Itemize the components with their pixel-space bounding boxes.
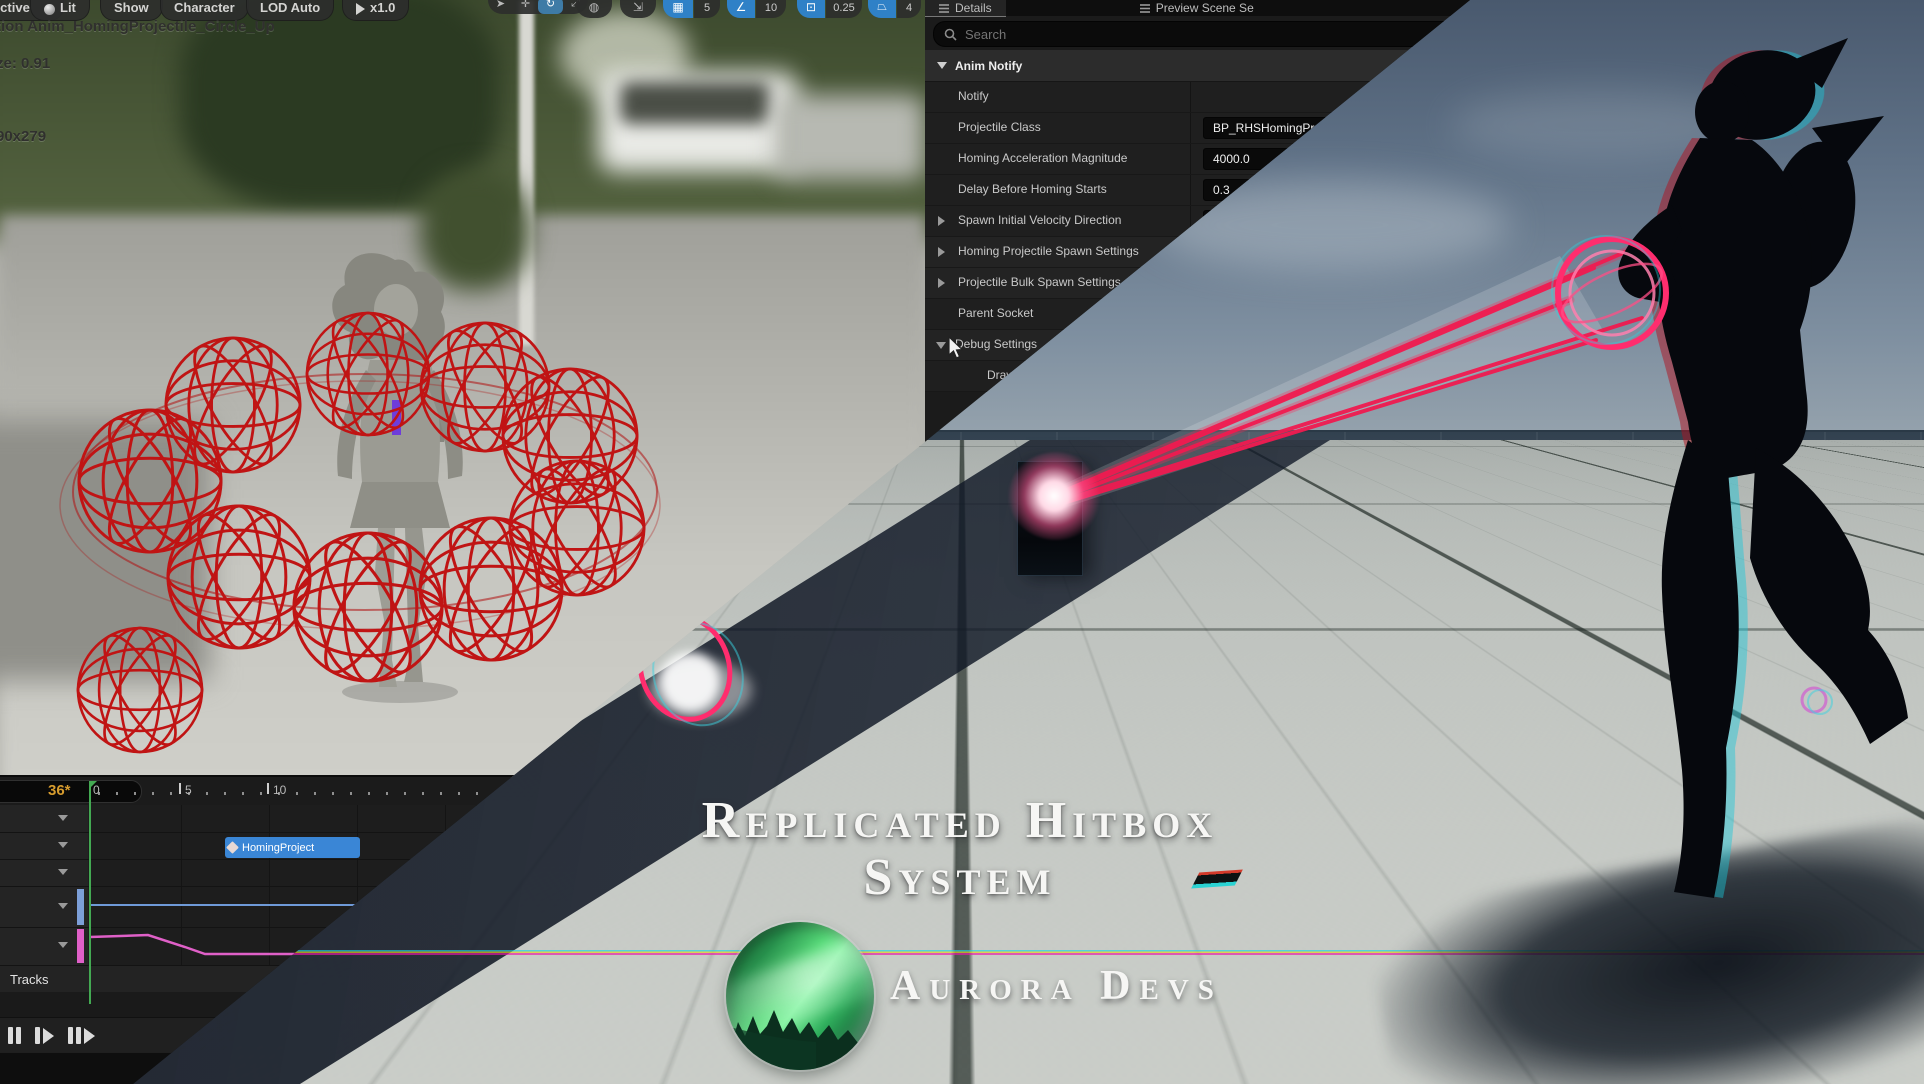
details-tab-icon [939,3,949,13]
playback-speed-button[interactable]: x1.0 [342,0,409,21]
collapse-arrow-icon [937,62,947,69]
impact-glow [1008,452,1104,540]
mouse-cursor [948,336,965,360]
lod-label: LOD Auto [260,0,320,15]
chevron-down-icon[interactable] [58,815,68,821]
lit-sphere-icon [44,4,55,15]
tab-preview-scene-settings[interactable]: Preview Scene Se [1126,0,1268,16]
play-icon [356,3,365,15]
ruler-label-5: 5 [185,783,192,797]
title-block: Replicated Hitbox System [520,792,1400,906]
aurora-logo [726,922,874,1070]
character-label: Character [174,0,235,15]
ruler-minor-ticks [98,792,528,795]
expand-arrow-icon[interactable] [938,216,945,226]
ruler-label-10: 10 [273,783,286,797]
studio-name: Aurora Devs [890,962,1450,1010]
logo-trees [726,922,874,1070]
hand-ring [1552,236,1669,347]
scale-snap-button[interactable]: ⊡ [797,0,825,18]
collapse-arrow-icon[interactable] [936,342,946,349]
grid-snap-value-label: 5 [704,2,710,14]
tracks-label: Tracks [10,972,49,987]
tab-preview-label: Preview Scene Se [1156,1,1254,15]
angle-snap-button[interactable]: ∠ [727,0,755,18]
lit-label: Lit [60,0,76,15]
select-icon[interactable]: ➤ [488,0,513,14]
preview-tab-icon [1140,3,1150,13]
chevron-down-icon[interactable] [58,869,68,875]
tab-details-label: Details [955,1,992,15]
homing-acceleration-value: 4000.0 [1213,152,1250,166]
speed-label: x1.0 [370,0,395,15]
fast-forward-button[interactable] [68,1027,95,1044]
overlay-resolution: 90x279 [0,128,46,145]
promo-composite: Replicated Hitbox System Aurora Devs [0,0,1924,1084]
search-placeholder: Search [965,27,1006,42]
bulk-spawn-settings-label: Projectile Bulk Spawn Settings [958,275,1121,289]
camera-speed-value-label: 4 [906,2,912,14]
scale-snap-value-label: 0.25 [833,2,854,14]
curve-color-bar-blue [77,889,84,925]
camera-icon: ⏢ [877,0,887,14]
playhead[interactable] [89,782,91,1004]
show-label: Show [114,0,149,15]
delay-label: Delay Before Homing Starts [958,182,1107,196]
rotate-icon[interactable]: ↻ [538,0,563,14]
pause-button[interactable] [8,1027,21,1044]
title-line2: System [520,850,1400,906]
overlay-size: ze: 0.91 [0,55,50,72]
homing-acceleration-label: Homing Acceleration Magnitude [958,151,1127,165]
scale-snap-icon: ⊡ [806,0,816,14]
transform-tools[interactable]: ➤ ✛ ↻ ⤢ [488,0,588,14]
title-line1: Replicated Hitbox [520,792,1400,850]
spawn-velocity-label: Spawn Initial Velocity Direction [958,213,1121,227]
surface-snap-icon: ⇲ [633,0,643,14]
chevron-down-icon[interactable] [58,842,68,848]
curve-color-bar-pink [77,929,84,963]
homing-spawn-settings-label: Homing Projectile Spawn Settings [958,244,1139,258]
overlay-animation-name: tion Anim_HomingProjectile_Circle_Up [0,18,275,35]
angle-snap-value-label: 10 [765,2,777,14]
grid-snap-button[interactable]: ▦ [663,0,693,18]
grid-snap-icon: ▦ [672,0,683,14]
track-header-column [0,805,88,992]
notify-marker-label: HomingProject [242,842,314,854]
notify-diamond-icon [226,841,239,854]
chevron-down-icon[interactable] [58,903,68,909]
ruler-major-tick [267,783,269,794]
debug-settings-label: Debug Settings [955,337,1037,351]
chevron-down-icon[interactable] [58,942,68,948]
notify-label: Notify [958,89,989,103]
move-icon[interactable]: ✛ [513,0,538,14]
timeline-ruler[interactable]: 36* 0 5 10 [0,777,540,806]
delay-value: 0.3 [1213,183,1230,197]
camera-speed-button[interactable]: ⏢ [868,0,896,18]
details-tabbar: Details Preview Scene Se [925,0,1525,16]
magnifier-icon [944,28,957,41]
notify-track-marker[interactable]: HomingProject [225,837,360,858]
parent-socket-label: Parent Socket [958,306,1033,320]
expand-arrow-icon[interactable] [938,278,945,288]
perspective-label: ctive [0,0,30,15]
section-label: Anim Notify [955,59,1022,73]
tab-details[interactable]: Details [925,0,1006,17]
step-forward-button[interactable] [35,1027,54,1044]
angle-snap-icon: ∠ [736,0,747,14]
projectile-class-label: Projectile Class [958,120,1041,134]
scale-snap-value[interactable]: 0.25 [826,0,862,18]
silhouette-character [1618,38,1908,898]
frame-percentage: 36* [48,782,71,799]
expand-arrow-icon[interactable] [938,247,945,257]
globe-icon: ◍ [589,0,599,14]
ruler-major-tick [179,783,181,794]
